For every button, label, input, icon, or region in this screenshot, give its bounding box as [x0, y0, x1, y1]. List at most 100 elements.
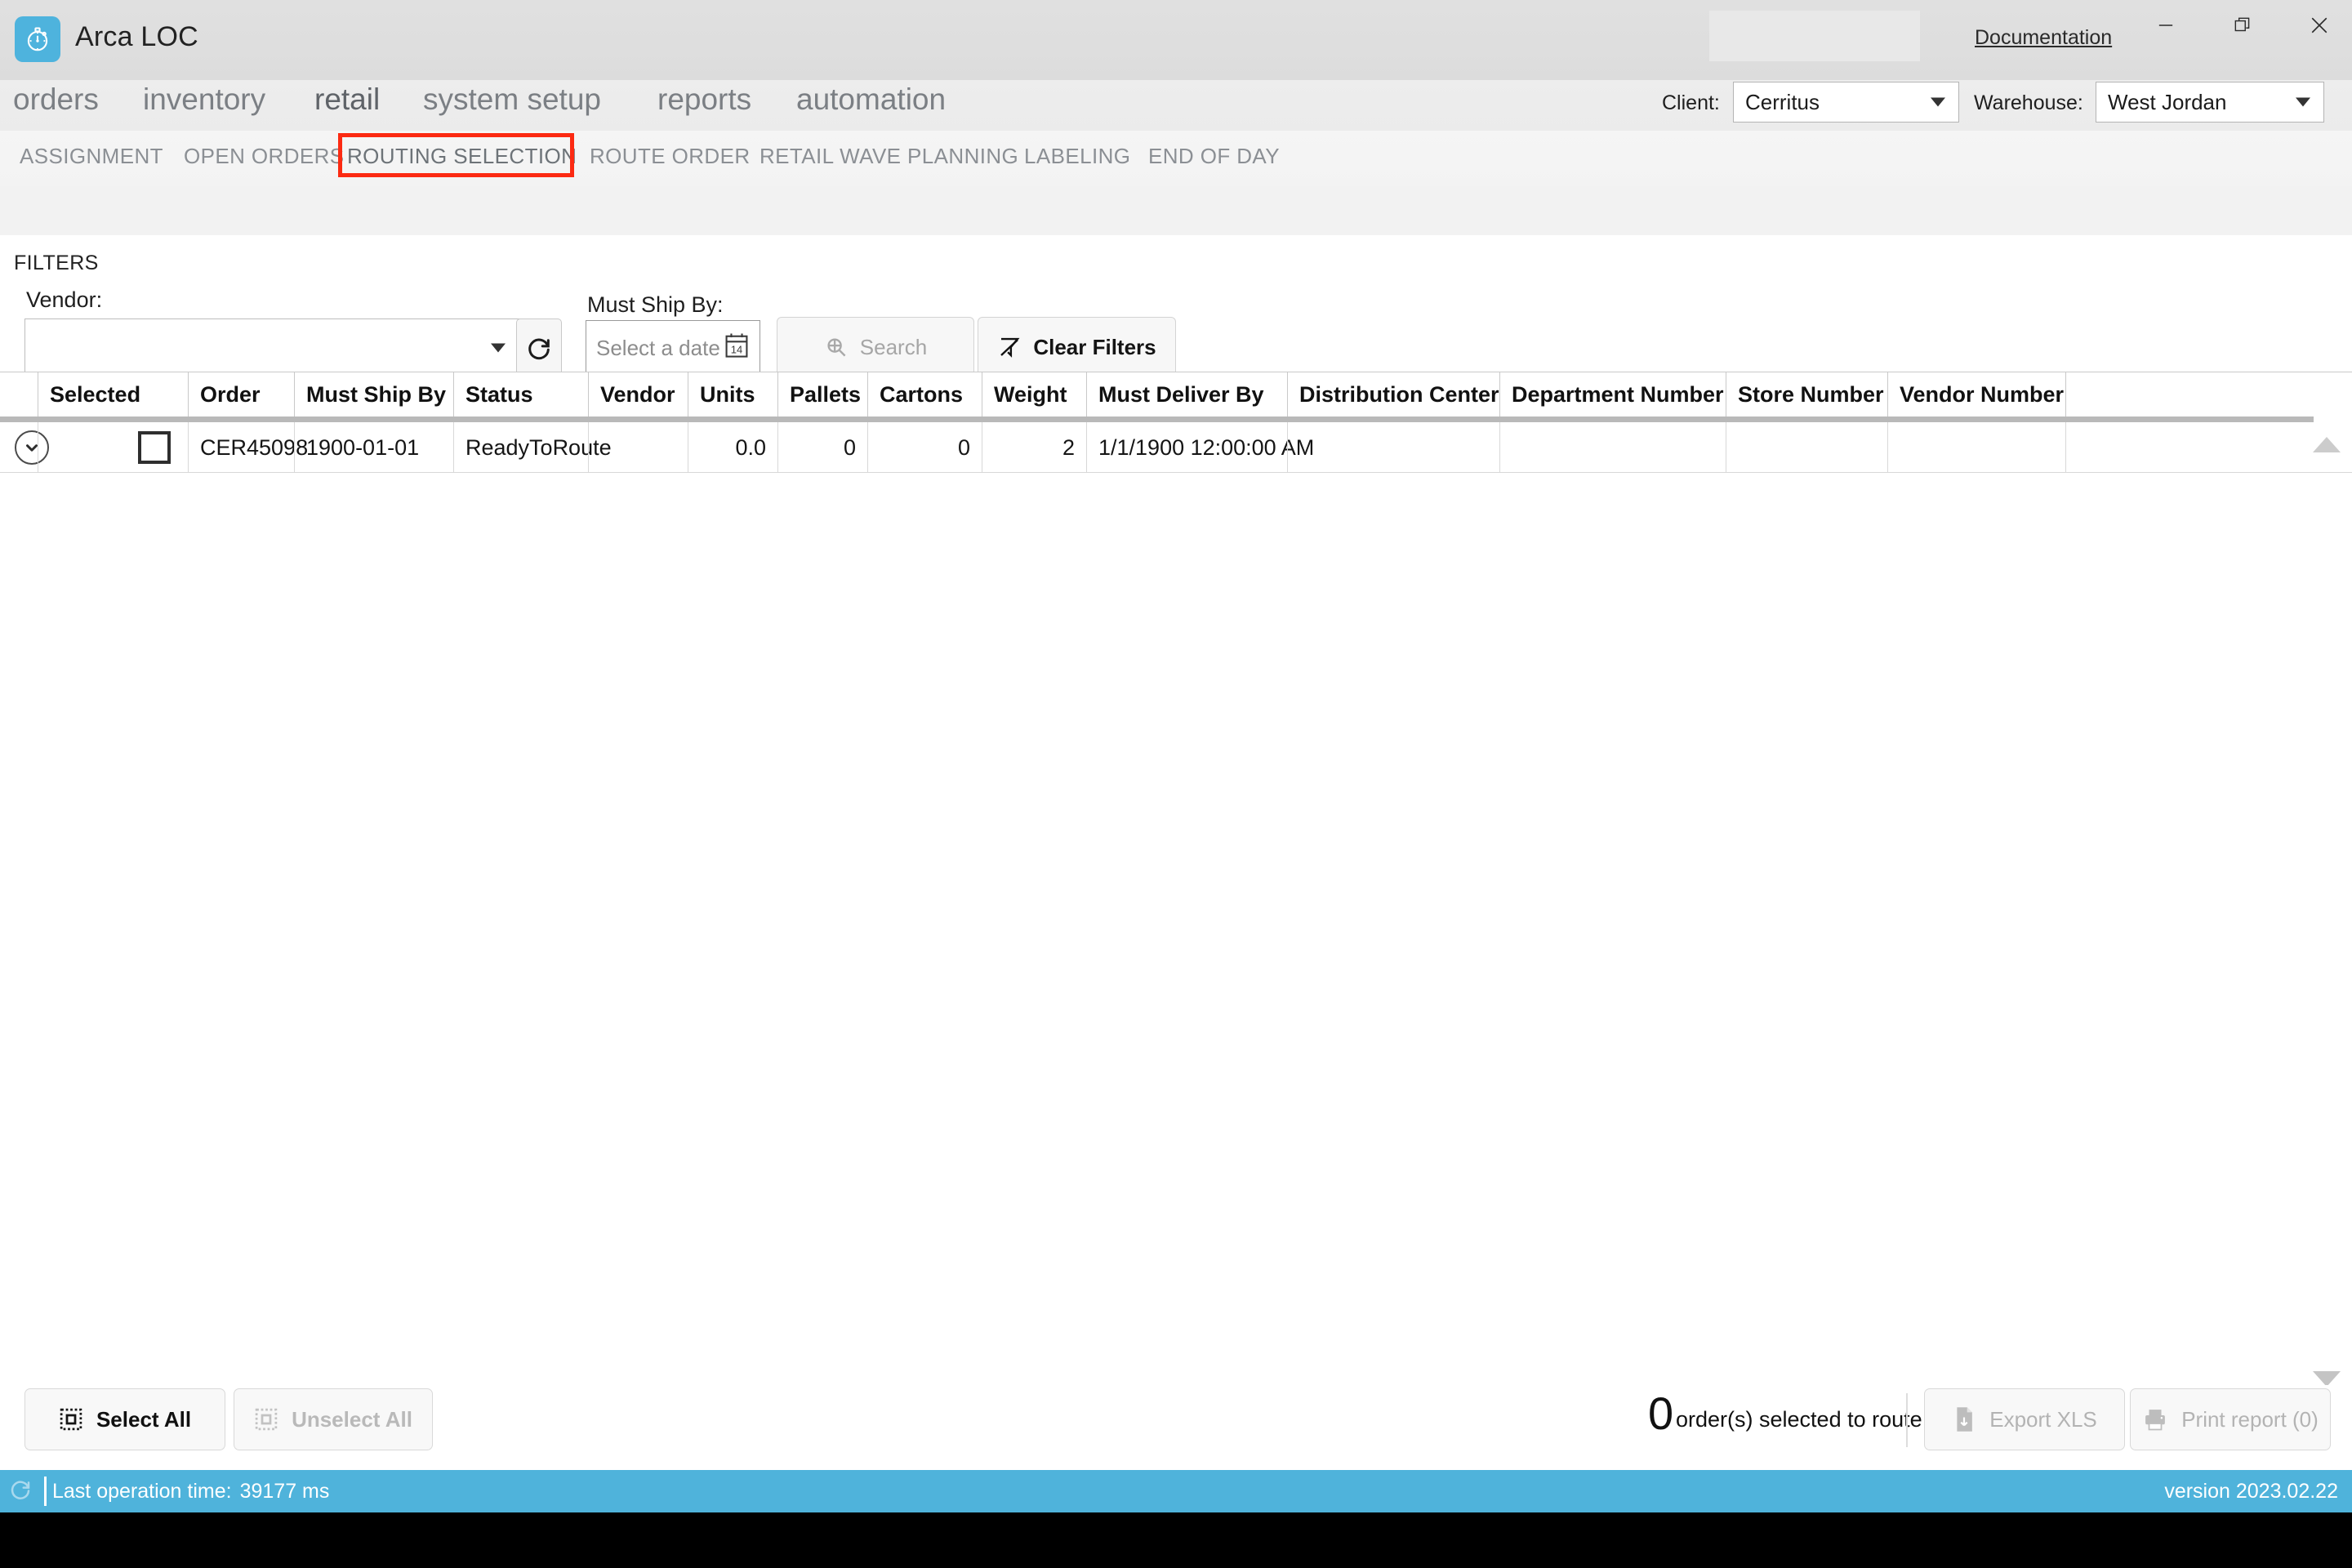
nav-item-system-setup[interactable]: system setup	[423, 82, 601, 117]
column-header-cartons[interactable]: Cartons	[867, 372, 982, 417]
maximize-button[interactable]	[2205, 0, 2280, 51]
print-report-label: Print report (0)	[2181, 1406, 2319, 1432]
select-all-label: Select All	[96, 1406, 192, 1432]
print-report-button[interactable]: Print report (0)	[2130, 1388, 2331, 1450]
cell-spacer	[2065, 422, 2314, 473]
file-export-icon	[1957, 1407, 1973, 1432]
bottom-bar-divider	[1906, 1393, 1908, 1447]
clear-filters-label: Clear Filters	[1033, 334, 1156, 359]
cell-must-ship-by: 1900-01-01	[294, 422, 453, 473]
orders-table: Selected Order Must Ship By Status Vendo…	[0, 372, 2352, 1387]
cell-vendor-number	[1887, 422, 2065, 473]
documentation-link[interactable]: Documentation	[1975, 26, 2112, 50]
status-refresh-icon[interactable]	[8, 1477, 33, 1506]
nav-item-inventory[interactable]: inventory	[143, 82, 265, 117]
export-xls-button[interactable]: Export XLS	[1924, 1388, 2125, 1450]
cell-pallets: 0	[777, 422, 867, 473]
close-button[interactable]	[2282, 0, 2352, 51]
column-header-store-number[interactable]: Store Number	[1726, 372, 1887, 417]
search-icon	[827, 338, 846, 357]
subnav-item-assignment[interactable]: ASSIGNMENT	[20, 144, 163, 169]
status-bar-version: version 2023.02.22	[2164, 1480, 2338, 1503]
client-select[interactable]: Cerritus	[1733, 82, 1959, 122]
vendor-label: Vendor:	[26, 287, 103, 312]
warehouse-select[interactable]: West Jordan	[2096, 82, 2324, 122]
cell-must-deliver-by: 1/1/1900 12:00:00 AM	[1086, 422, 1314, 473]
search-button[interactable]: Search	[777, 317, 974, 377]
column-header-vendor[interactable]: Vendor	[588, 372, 688, 417]
subnav-item-retail-wave-planning[interactable]: RETAIL WAVE PLANNING	[760, 144, 1018, 169]
bottom-black-strip	[0, 1512, 2352, 1568]
minimize-button[interactable]	[2128, 0, 2203, 51]
clear-filters-button[interactable]: Clear Filters	[978, 317, 1176, 377]
sub-navigation: ASSIGNMENT OPEN ORDERS ROUTING SELECTION…	[0, 131, 2352, 186]
row-checkbox[interactable]	[138, 431, 171, 464]
table-header-row: Selected Order Must Ship By Status Vendo…	[0, 372, 2352, 422]
search-button-label: Search	[859, 334, 928, 359]
column-header-units[interactable]: Units	[688, 372, 777, 417]
cell-units: 0.0	[688, 422, 777, 473]
unselect-all-icon	[255, 1408, 278, 1431]
client-value: Cerritus	[1745, 89, 1820, 114]
column-header-selected[interactable]: Selected	[38, 372, 188, 417]
subnav-item-labeling[interactable]: LABELING	[1024, 144, 1130, 169]
subnav-item-route-order[interactable]: ROUTE ORDER	[590, 144, 751, 169]
column-header-distribution-center[interactable]: Distribution Center	[1287, 372, 1499, 417]
application-window: Arca LOC Documentation orders inventory …	[0, 0, 2352, 1568]
warehouse-value: West Jordan	[2108, 89, 2227, 114]
column-header-pallets[interactable]: Pallets	[777, 372, 867, 417]
must-ship-by-label: Must Ship By:	[587, 292, 724, 317]
subnav-item-open-orders[interactable]: OPEN ORDERS	[184, 144, 345, 169]
last-operation-label: Last operation time:	[52, 1480, 232, 1503]
app-title: Arca LOC	[75, 21, 198, 52]
stopwatch-icon	[15, 16, 60, 62]
cell-selected[interactable]	[38, 422, 188, 473]
content-top-band	[0, 186, 2352, 235]
unselect-all-button[interactable]: Unselect All	[234, 1388, 433, 1450]
title-bar: Arca LOC Documentation	[0, 0, 2352, 80]
subnav-item-end-of-day[interactable]: END OF DAY	[1148, 144, 1280, 169]
svg-text:14: 14	[731, 344, 743, 356]
selected-count-text: order(s) selected to route	[1676, 1407, 1922, 1432]
cell-store-number	[1726, 422, 1887, 473]
column-header-must-ship-by[interactable]: Must Ship By	[294, 372, 453, 417]
table-row[interactable]: CER45098 1900-01-01 ReadyToRoute 0.0 0 0…	[0, 422, 2352, 473]
select-all-button[interactable]: Select All	[24, 1388, 225, 1450]
cell-weight: 2	[982, 422, 1086, 473]
vendor-select[interactable]	[24, 318, 519, 377]
column-header-status[interactable]: Status	[453, 372, 588, 417]
client-label: Client:	[1662, 91, 1720, 114]
column-header-must-deliver-by[interactable]: Must Deliver By	[1086, 372, 1287, 417]
cell-department-number	[1499, 422, 1726, 473]
status-bar-separator	[44, 1477, 47, 1506]
cell-distribution-center	[1287, 422, 1499, 473]
selected-count: 0	[1648, 1388, 1674, 1439]
scroll-up-arrow-icon[interactable]	[2313, 437, 2341, 452]
subnav-item-routing-selection[interactable]: ROUTING SELECTION	[347, 144, 577, 169]
nav-item-orders[interactable]: orders	[13, 82, 99, 117]
filter-clear-icon	[1000, 337, 1020, 358]
calendar-icon[interactable]: 14	[724, 332, 750, 364]
export-xls-label: Export XLS	[1989, 1406, 2097, 1432]
column-header-spacer	[2065, 372, 2314, 417]
status-bar-message: Last operation time: 39177 ms	[52, 1480, 329, 1503]
title-bar-plate	[1709, 11, 1920, 61]
filters-title: FILTERS	[14, 252, 99, 274]
column-header-weight[interactable]: Weight	[982, 372, 1086, 417]
vendor-refresh-button[interactable]	[516, 318, 562, 377]
chevron-down-icon	[491, 343, 506, 353]
nav-item-automation[interactable]: automation	[796, 82, 946, 117]
column-header-department-number[interactable]: Department Number	[1499, 372, 1726, 417]
chevron-down-icon	[1931, 97, 1945, 107]
nav-item-retail[interactable]: retail	[314, 82, 380, 117]
last-operation-value: 39177 ms	[239, 1480, 330, 1503]
printer-icon	[2145, 1410, 2166, 1431]
must-ship-by-date-input[interactable]: Select a date 14	[586, 320, 760, 376]
cell-cartons: 0	[867, 422, 982, 473]
date-placeholder: Select a date	[596, 335, 720, 360]
nav-item-reports[interactable]: reports	[657, 82, 751, 117]
cell-order: CER45098	[188, 422, 308, 473]
cell-vendor	[588, 422, 688, 473]
column-header-vendor-number[interactable]: Vendor Number	[1887, 372, 2065, 417]
column-header-order[interactable]: Order	[188, 372, 294, 417]
